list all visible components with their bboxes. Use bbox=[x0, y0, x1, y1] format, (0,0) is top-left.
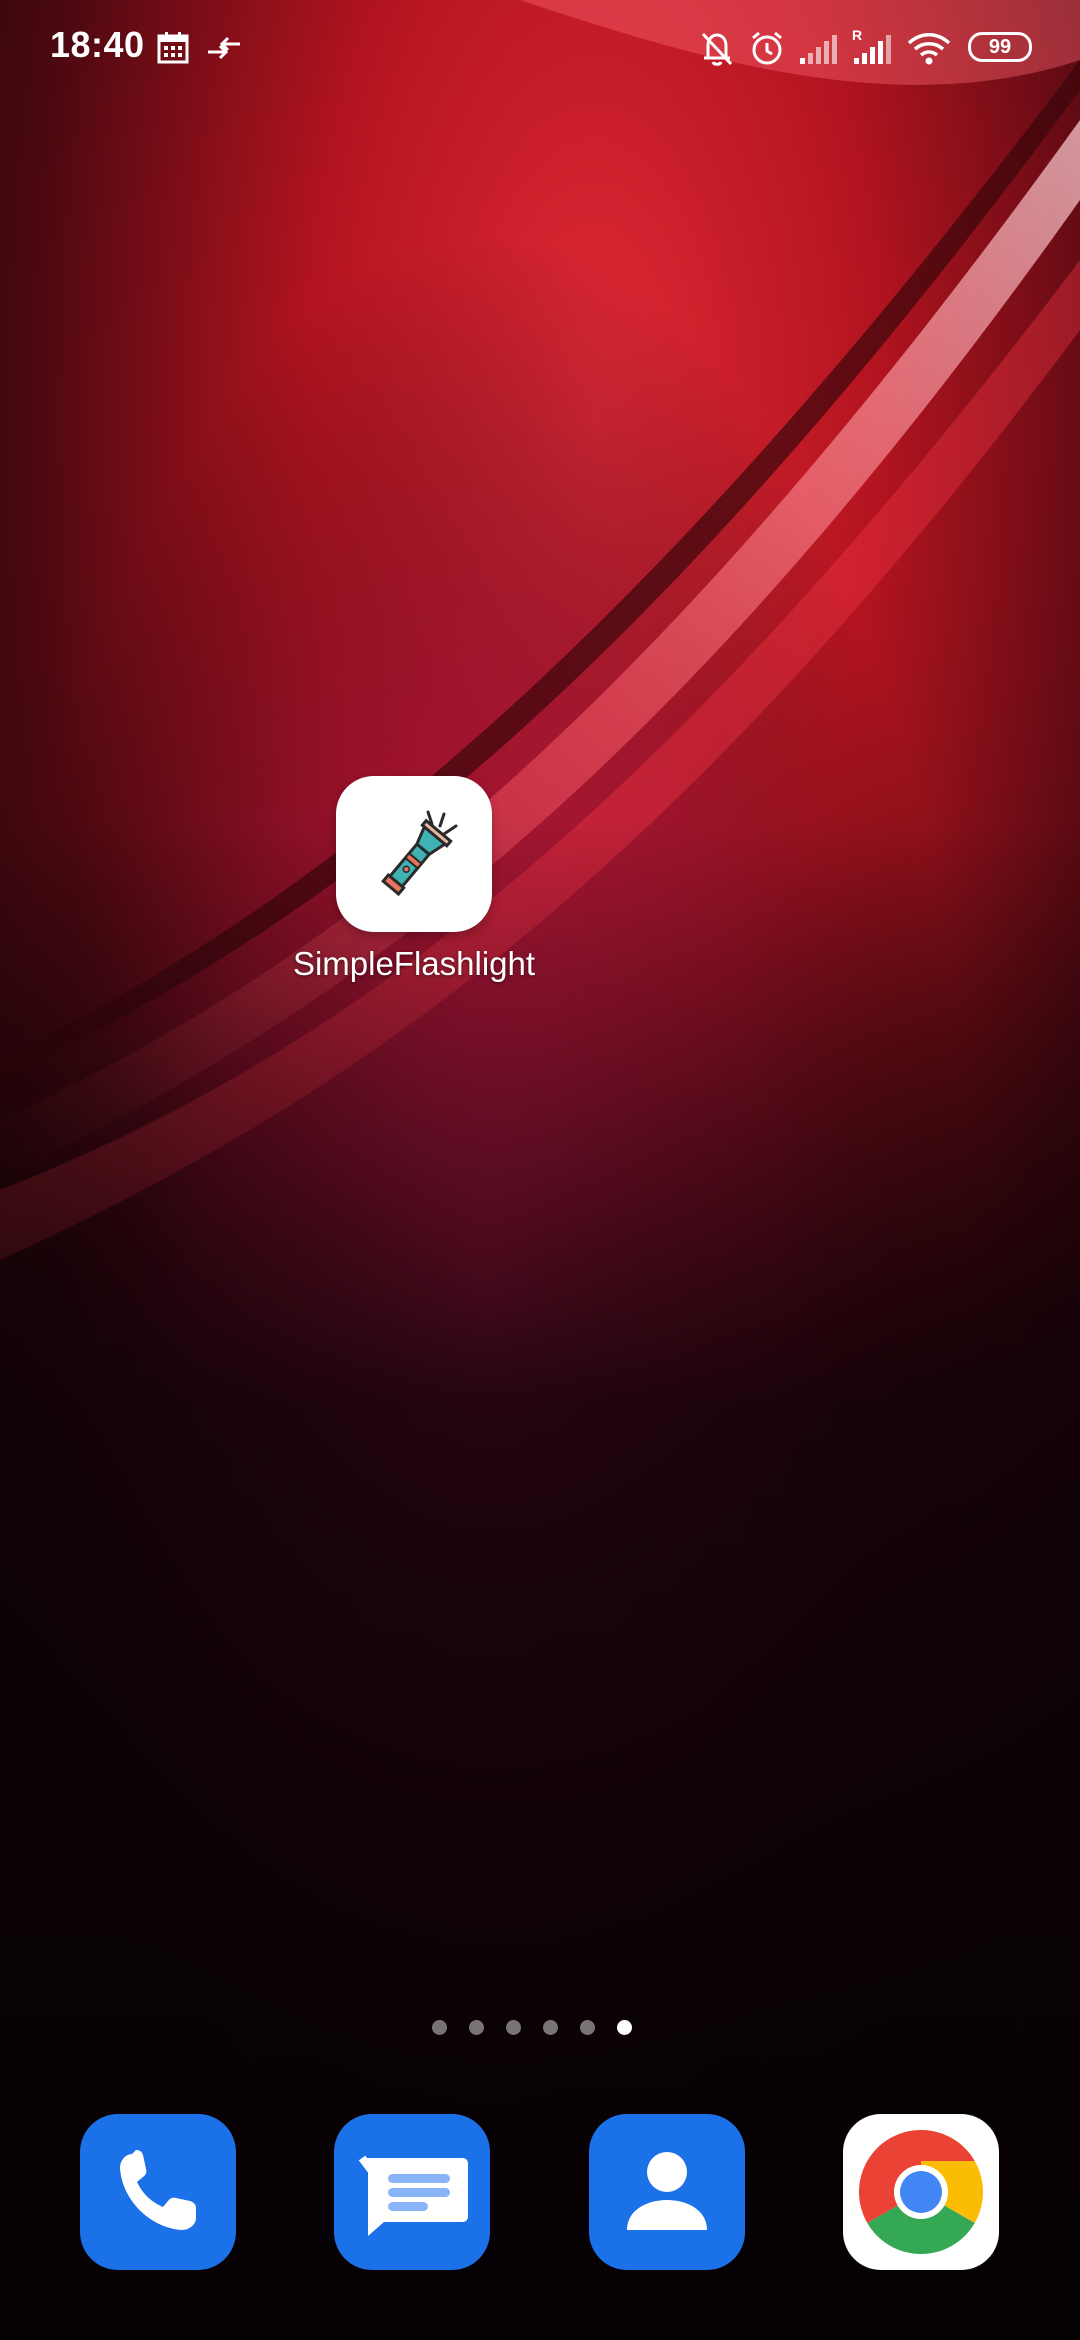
status-time: 18:40 bbox=[50, 24, 145, 65]
app-icon-container[interactable] bbox=[336, 776, 492, 932]
roaming-signal-icon: R bbox=[852, 27, 891, 64]
dock-contacts-app[interactable] bbox=[589, 2114, 745, 2270]
signal-icon bbox=[800, 35, 837, 64]
dock-phone-app[interactable] bbox=[80, 2114, 236, 2270]
page-indicator bbox=[432, 2020, 652, 2036]
battery-icon: 99 bbox=[968, 32, 1032, 62]
dock-messages-app[interactable] bbox=[334, 2114, 490, 2270]
chrome-icon bbox=[858, 2130, 984, 2255]
flashlight-icon bbox=[381, 810, 458, 897]
battery-level: 99 bbox=[988, 35, 1012, 58]
page-dot-3[interactable] bbox=[506, 2020, 521, 2035]
phone-icon bbox=[120, 2150, 196, 2230]
page-dot-5[interactable] bbox=[580, 2020, 595, 2035]
app-label: SimpleFlashlight bbox=[292, 945, 536, 982]
page-dot-1[interactable] bbox=[432, 2020, 447, 2035]
data-transfer-icon bbox=[208, 36, 240, 60]
wifi-icon bbox=[907, 33, 951, 65]
status-bar: 18:40 R 99 bbox=[0, 0, 1080, 96]
calendar-icon bbox=[157, 32, 189, 64]
page-dot-2[interactable] bbox=[469, 2020, 484, 2035]
mute-icon bbox=[701, 32, 733, 66]
page-dot-6-active[interactable] bbox=[617, 2020, 632, 2035]
wallpaper bbox=[0, 0, 1080, 2340]
page-dot-4[interactable] bbox=[543, 2020, 558, 2035]
messages-icon bbox=[358, 2155, 468, 2236]
dock-chrome-app[interactable] bbox=[843, 2114, 999, 2270]
svg-text:R: R bbox=[852, 27, 862, 43]
contacts-icon bbox=[627, 2152, 707, 2230]
alarm-icon bbox=[752, 31, 782, 65]
